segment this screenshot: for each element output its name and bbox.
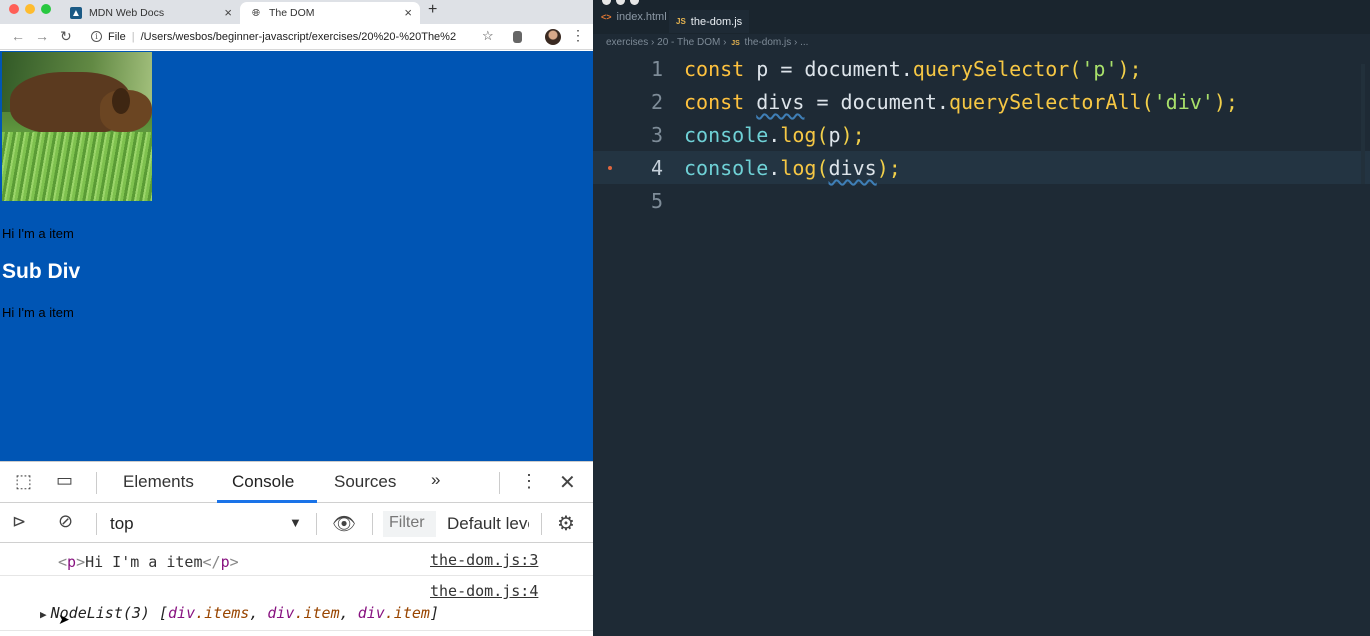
code-line-current[interactable]: 4 console.log(divs); [593, 151, 1370, 184]
window-control-dot[interactable] [616, 0, 625, 5]
editor-tab-index-html[interactable]: <> index.html [601, 11, 667, 23]
page-paragraph-item: Hi I'm a item [2, 226, 74, 241]
line-number: 4 [650, 156, 663, 180]
expand-triangle-icon[interactable]: ▶ [40, 608, 47, 621]
breadcrumb-segment[interactable]: exercises [606, 37, 648, 48]
tab-sources[interactable]: Sources [334, 472, 396, 492]
code-text: const p = document.querySelector('p'); [684, 57, 1142, 81]
browser-tab-mdn[interactable]: ▲ MDN Web Docs × [64, 2, 240, 24]
page-heading-sub-div: Sub Div [2, 260, 81, 283]
chevron-down-icon[interactable]: ▼ [289, 515, 302, 530]
profile-avatar[interactable] [545, 29, 561, 45]
window-control-dot[interactable] [630, 0, 639, 5]
editor-breadcrumb: exercises › 20 - The DOM › JS the-dom.js… [606, 37, 809, 48]
browser-tab-strip: ▲ MDN Web Docs × 🌐︎ The DOM × + [0, 0, 593, 24]
close-window-button[interactable] [9, 4, 19, 14]
code-text: const divs = document.querySelectorAll('… [684, 90, 1238, 114]
line-number: 5 [650, 189, 663, 213]
log-levels-dropdown[interactable]: Default levels [447, 514, 529, 536]
console-message: <p>Hi I'm a item</p> the-dom.js:3 [0, 543, 593, 576]
new-tab-button[interactable]: + [428, 1, 437, 19]
reload-icon[interactable]: ↻ [60, 28, 72, 45]
code-line[interactable]: 1 const p = document.querySelector('p'); [593, 52, 1370, 85]
inspect-element-icon[interactable]: ⬚ [15, 471, 32, 492]
code-editor: <> index.html JS the-dom.js exercises › … [593, 0, 1370, 636]
info-icon[interactable]: i [91, 31, 102, 42]
code-line[interactable]: 5 [593, 184, 1370, 217]
console-filter-input[interactable]: Filter [383, 511, 436, 537]
minimize-window-button[interactable] [25, 4, 35, 14]
editor-tab-the-dom-js[interactable]: JS the-dom.js [669, 10, 750, 33]
editor-tab-bar: <> index.html JS the-dom.js [593, 0, 1370, 34]
tab-elements[interactable]: Elements [123, 472, 194, 492]
html-file-icon: <> [601, 12, 612, 22]
device-toolbar-icon[interactable]: ▭ [56, 470, 73, 491]
globe-icon: 🌐︎ [252, 7, 260, 19]
page-paragraph-item: Hi I'm a item [2, 305, 74, 320]
breadcrumb-segment[interactable]: ... [800, 37, 808, 48]
breadcrumb-segment[interactable]: 20 - The DOM [657, 37, 720, 48]
mdn-icon: ▲ [70, 7, 82, 19]
eye-icon[interactable]: 👁︎ [332, 512, 356, 536]
clear-console-icon[interactable]: ⊘ [58, 511, 73, 532]
js-file-icon: JS [676, 17, 686, 26]
devtools-menu-icon[interactable]: ⋮ [520, 471, 538, 492]
close-devtools-icon[interactable]: ✕ [559, 470, 576, 495]
url-text: /Users/wesbos/beginner-javascript/exerci… [140, 30, 457, 43]
editor-tab-label: the-dom.js [690, 15, 743, 28]
close-tab-icon[interactable]: × [224, 5, 232, 20]
line-number: 1 [650, 57, 663, 81]
code-text: console.log(p); [684, 123, 865, 147]
devtools-tab-bar: ⬚ ▭ Elements Console Sources » ⋮ ✕ [0, 462, 593, 503]
code-line[interactable]: 2 const divs = document.querySelectorAll… [593, 85, 1370, 118]
url-separator: | [131, 30, 135, 43]
tab-console[interactable]: Console [232, 472, 294, 492]
forward-arrow-icon[interactable]: → [35, 28, 49, 44]
js-file-icon: JS [731, 40, 740, 47]
console-source-link[interactable]: the-dom.js:4 [430, 582, 538, 600]
kebab-menu-icon[interactable]: ⋮ [571, 27, 585, 44]
console-message: the-dom.js:4 ▶ NodeList(3) [div.items, di… [0, 576, 593, 631]
devtools-panel: ⬚ ▭ Elements Console Sources » ⋮ ✕ ⊳ ⊘ t… [0, 461, 593, 636]
dog-image [2, 52, 152, 201]
code-line[interactable]: 3 console.log(p); [593, 118, 1370, 151]
close-tab-icon[interactable]: × [404, 5, 412, 20]
browser-toolbar: ← → ↻ i File | /Users/wesbos/beginner-ja… [0, 24, 593, 50]
console-element-output[interactable]: <p>Hi I'm a item</p> [58, 553, 239, 571]
maximize-window-button[interactable] [41, 4, 51, 14]
browser-tab-dom[interactable]: 🌐︎ The DOM × [240, 2, 420, 24]
extension-icon[interactable] [513, 31, 522, 43]
gear-icon[interactable]: ⚙ [557, 511, 575, 536]
breadcrumb-segment[interactable]: the-dom.js [745, 37, 792, 48]
editor-tab-label: index.html [616, 11, 667, 23]
sidebar-toggle-icon[interactable]: ⊳ [12, 512, 26, 532]
context-selector[interactable]: top [110, 514, 134, 534]
more-tabs-icon[interactable]: » [431, 470, 440, 490]
tab-title: The DOM [269, 7, 315, 19]
browser-window: ▲ MDN Web Docs × 🌐︎ The DOM × + ← → ↻ i … [0, 0, 593, 636]
console-nodelist-output[interactable]: ▶ NodeList(3) [div.items, div.item, div.i… [40, 604, 439, 622]
line-number: 2 [650, 90, 663, 114]
modified-indicator [608, 166, 612, 170]
editor-scrollbar[interactable] [1361, 64, 1365, 184]
mouse-pointer-icon: ➤ [58, 611, 70, 627]
tab-title: MDN Web Docs [89, 7, 165, 19]
back-arrow-icon[interactable]: ← [11, 28, 25, 44]
bookmark-star-icon[interactable]: ☆ [482, 28, 494, 44]
window-control-dot[interactable] [602, 0, 611, 5]
url-scheme: File [108, 30, 126, 43]
page-viewport: Hi I'm a item Sub Div Hi I'm a item [0, 51, 593, 461]
line-number: 3 [650, 123, 663, 147]
console-source-link[interactable]: the-dom.js:3 [430, 551, 538, 569]
address-bar[interactable]: i File | /Users/wesbos/beginner-javascri… [84, 26, 504, 47]
code-text: console.log(divs); [684, 156, 901, 180]
